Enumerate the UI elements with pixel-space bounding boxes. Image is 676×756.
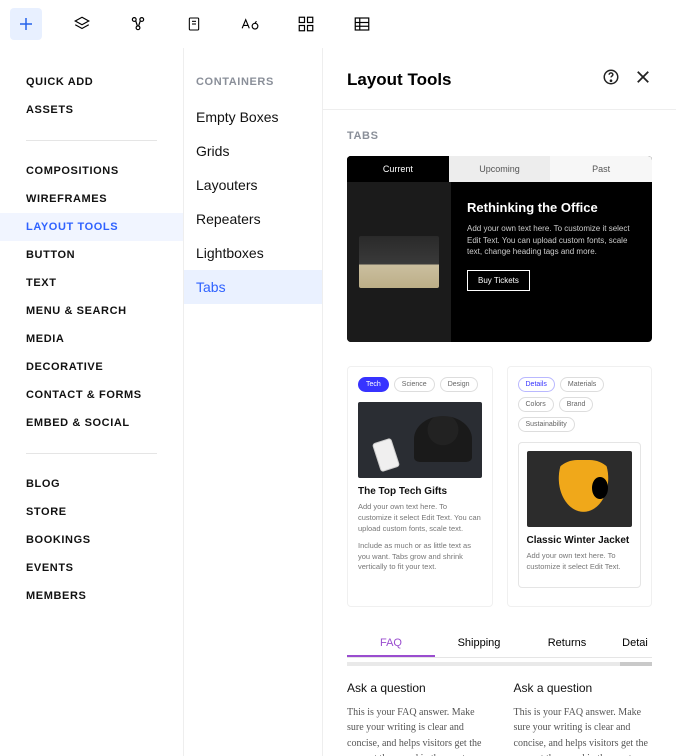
sidebar-category[interactable]: COMPOSITIONS	[0, 157, 183, 185]
preset2b-body: Add your own text here. To customize it …	[527, 551, 633, 573]
grid-icon[interactable]	[346, 8, 378, 40]
preset1-body: Add your own text here. To customize it …	[467, 223, 636, 258]
divider	[26, 140, 157, 141]
sidebar-category[interactable]: STORE	[0, 498, 183, 526]
containers-item[interactable]: Grids	[184, 134, 322, 168]
preset2a-body: Add your own text here. To customize it …	[358, 502, 482, 535]
sidebar-category[interactable]: ASSETS	[0, 96, 183, 124]
containers-item[interactable]: Repeaters	[184, 202, 322, 236]
preset2a-heading: The Top Tech Gifts	[358, 486, 482, 497]
faq-heading: Ask a question	[514, 681, 653, 695]
preset1-tab: Upcoming	[449, 156, 551, 182]
sidebar-category[interactable]: EVENTS	[0, 554, 183, 582]
preset2a-pill: Science	[394, 377, 435, 392]
layers-icon[interactable]	[66, 8, 98, 40]
preset2b-image	[527, 451, 633, 527]
panel-title: Layout Tools	[347, 70, 452, 90]
faq-scrollbar[interactable]	[347, 662, 652, 666]
faq-tab: Shipping	[435, 631, 523, 657]
sidebar-category[interactable]: EMBED & SOCIAL	[0, 409, 183, 437]
preset-pill-tech[interactable]: Tech Science Design The Top Tech Gifts A…	[347, 366, 493, 607]
preset2a-pill: Tech	[358, 377, 389, 392]
sidebar-category[interactable]: DECORATIVE	[0, 353, 183, 381]
panel-header: Layout Tools	[323, 48, 676, 110]
sidebar-category[interactable]: MEDIA	[0, 325, 183, 353]
faq-heading: Ask a question	[347, 681, 486, 695]
sidebar-category[interactable]: BUTTON	[0, 241, 183, 269]
containers-item[interactable]: Tabs	[184, 270, 322, 304]
preset2a-body2: Include as much or as little text as you…	[358, 541, 482, 574]
preset2b-pill: Details	[518, 377, 555, 392]
sidebar-category[interactable]: TEXT	[0, 269, 183, 297]
apps-icon[interactable]	[290, 8, 322, 40]
containers-panel: CONTAINERS Empty BoxesGridsLayoutersRepe…	[184, 48, 323, 756]
preview-panel: Layout Tools TABS Current Upcoming Past …	[323, 48, 676, 756]
preset2b-pill: Sustainability	[518, 417, 575, 432]
sidebar-category[interactable]: MENU & SEARCH	[0, 297, 183, 325]
sidebar-category[interactable]: CONTACT & FORMS	[0, 381, 183, 409]
sidebar-category[interactable]: BLOG	[0, 470, 183, 498]
sidebar-category[interactable]: BOOKINGS	[0, 526, 183, 554]
sidebar-category[interactable]: MEMBERS	[0, 582, 183, 610]
site-icon[interactable]	[122, 8, 154, 40]
sidebar-category[interactable]: LAYOUT TOOLS	[0, 213, 183, 241]
divider	[26, 453, 157, 454]
preset-pill-jacket[interactable]: Details Materials Colors Brand Sustainab…	[507, 366, 653, 607]
preset2a-image	[358, 402, 482, 478]
preset1-button: Buy Tickets	[467, 270, 530, 291]
help-icon[interactable]	[602, 68, 620, 91]
faq-body: This is your FAQ answer. Make sure your …	[514, 705, 653, 756]
preset2b-pill: Materials	[560, 377, 604, 392]
theme-icon[interactable]	[234, 8, 266, 40]
add-icon[interactable]	[10, 8, 42, 40]
preset2a-pill: Design	[440, 377, 478, 392]
preset2b-heading: Classic Winter Jacket	[527, 535, 633, 546]
containers-title: CONTAINERS	[184, 68, 322, 100]
page-icon[interactable]	[178, 8, 210, 40]
preset1-tab: Past	[550, 156, 652, 182]
containers-item[interactable]: Empty Boxes	[184, 100, 322, 134]
sidebar-category[interactable]: QUICK ADD	[0, 68, 183, 96]
preset2b-pill: Colors	[518, 397, 554, 412]
preset-faq-tabs[interactable]: FAQ Shipping Returns Detai Ask a questio…	[347, 631, 652, 756]
toolbar	[0, 0, 676, 48]
preset-dark-tabs[interactable]: Current Upcoming Past Rethinking the Off…	[347, 156, 652, 342]
faq-tab: Detai	[611, 631, 659, 657]
close-icon[interactable]	[634, 68, 652, 91]
containers-item[interactable]: Lightboxes	[184, 236, 322, 270]
faq-tab: FAQ	[347, 631, 435, 657]
tabs-section-label: TABS	[347, 130, 652, 142]
preset1-tab: Current	[347, 156, 449, 182]
sidebar-category[interactable]: WIREFRAMES	[0, 185, 183, 213]
faq-body: This is your FAQ answer. Make sure your …	[347, 705, 486, 756]
preset1-heading: Rethinking the Office	[467, 200, 636, 215]
preset2b-pill: Brand	[559, 397, 594, 412]
category-sidebar: QUICK ADDASSETS COMPOSITIONSWIREFRAMESLAY…	[0, 48, 184, 756]
faq-tab: Returns	[523, 631, 611, 657]
containers-item[interactable]: Layouters	[184, 168, 322, 202]
preset1-image	[347, 182, 451, 342]
